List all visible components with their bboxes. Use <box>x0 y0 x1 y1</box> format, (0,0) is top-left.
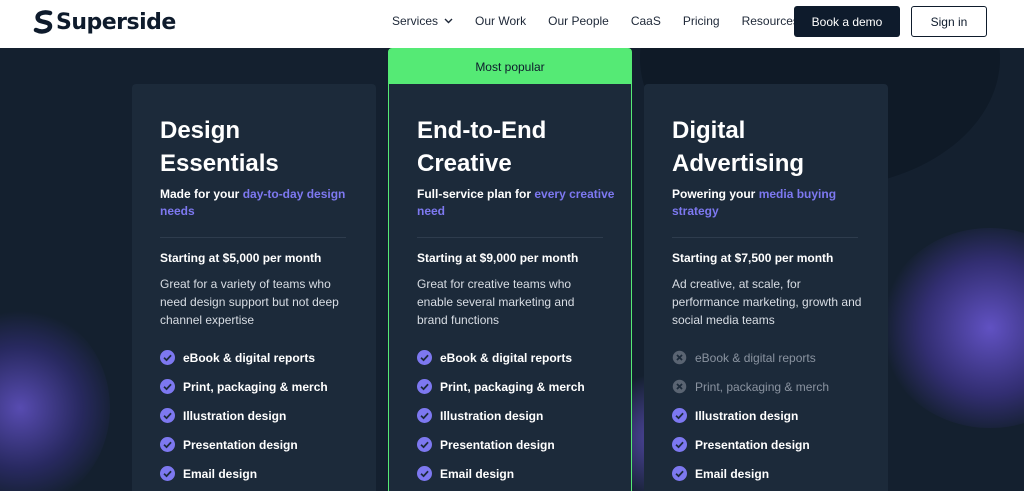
plan-card-design-essentials: Design Essentials Made for your day-to-d… <box>132 84 376 491</box>
plan-title-line-1: Design <box>160 117 241 144</box>
check-circle-icon <box>160 437 175 452</box>
check-circle-icon <box>672 408 687 423</box>
feature-label: Presentation design <box>695 437 810 452</box>
feature-item: Illustration design <box>417 408 543 423</box>
plan-title-line-1: Digital <box>672 117 746 144</box>
brand-name: Superside <box>56 9 176 35</box>
feature-label: Print, packaging & merch <box>695 379 830 394</box>
nav-our-people-label: Our People <box>548 14 609 28</box>
check-circle-icon <box>672 437 687 452</box>
nav-caas-label: CaaS <box>630 14 661 28</box>
x-circle-icon <box>672 350 687 365</box>
top-nav: Superside Services Our Work Our People C… <box>0 0 1024 48</box>
plan-card-digital-advertising: Digital Advertising Powering your media … <box>644 84 888 491</box>
nav-pricing-label: Pricing <box>682 14 720 28</box>
check-circle-icon <box>417 408 432 423</box>
feature-label: Email design <box>440 466 515 481</box>
feature-label: Print, packaging & merch <box>183 379 328 394</box>
feature-item: Email design <box>160 466 257 481</box>
feature-item-excluded: eBook & digital reports <box>672 350 816 365</box>
nav-pricing[interactable]: Pricing <box>683 14 720 28</box>
divider <box>417 237 603 238</box>
plan-price: Starting at $7,500 per month <box>672 251 834 265</box>
plan-price: Starting at $9,000 per month <box>417 251 579 265</box>
check-circle-icon <box>160 408 175 423</box>
feature-item: Presentation design <box>672 437 810 452</box>
plan-description: Great for a variety of teams who need de… <box>160 277 339 327</box>
plan-subtitle-text: Powering your <box>672 187 759 201</box>
plan-subtitle: Made for your day-to-day design needs <box>160 186 360 220</box>
feature-item: Illustration design <box>672 408 798 423</box>
plan-description: Great for creative teams who enable seve… <box>417 277 575 327</box>
feature-item-excluded: Print, packaging & merch <box>672 379 829 394</box>
feature-label: Illustration design <box>695 408 799 423</box>
feature-item: Email design <box>672 466 769 481</box>
superside-logo-icon <box>33 10 53 34</box>
feature-item: Print, packaging & merch <box>160 379 328 394</box>
feature-label: eBook & digital reports <box>440 350 573 365</box>
main-menu: Services Our Work Our People CaaS Pricin… <box>392 14 836 28</box>
feature-item: Presentation design <box>160 437 298 452</box>
plan-subtitle-text: Full-service plan for <box>417 187 535 201</box>
chevron-down-icon <box>444 18 453 24</box>
nav-our-people[interactable]: Our People <box>548 14 609 28</box>
plan-description: Ad creative, at scale, for performance m… <box>672 277 862 327</box>
feature-item: eBook & digital reports <box>160 350 315 365</box>
plan-title-line-2: Advertising <box>672 150 805 177</box>
logo[interactable]: Superside <box>33 8 176 36</box>
check-circle-icon <box>417 350 432 365</box>
plan-subtitle-text: Made for your <box>160 187 243 201</box>
background-glow <box>0 308 110 491</box>
divider <box>672 237 858 238</box>
feature-item: Illustration design <box>160 408 286 423</box>
feature-label: Presentation design <box>183 437 298 452</box>
feature-label: Email design <box>695 466 770 481</box>
most-popular-badge: Most popular <box>389 49 631 84</box>
plan-title-line-1: End-to-End <box>417 117 547 144</box>
plan-card-end-to-end-creative: Most popular End-to-End Creative Full-se… <box>388 48 632 491</box>
check-circle-icon <box>417 379 432 394</box>
book-demo-button[interactable]: Book a demo <box>794 6 900 37</box>
pricing-section: Design Essentials Made for your day-to-d… <box>0 48 1024 491</box>
nav-our-work-label: Our Work <box>475 14 527 28</box>
feature-label: eBook & digital reports <box>183 350 316 365</box>
background-glow <box>880 228 1024 428</box>
nav-resources-label: Resources <box>741 14 799 28</box>
feature-label: eBook & digital reports <box>695 350 816 365</box>
feature-item: Email design <box>417 466 514 481</box>
nav-caas[interactable]: CaaS <box>631 14 661 28</box>
check-circle-icon <box>417 437 432 452</box>
divider <box>160 237 346 238</box>
sign-in-button[interactable]: Sign in <box>911 6 987 37</box>
feature-label: Illustration design <box>183 408 287 423</box>
plan-subtitle: Full-service plan for every creative nee… <box>417 186 617 220</box>
check-circle-icon <box>417 466 432 481</box>
plan-title-line-2: Essentials <box>160 150 279 177</box>
check-circle-icon <box>672 466 687 481</box>
check-circle-icon <box>160 379 175 394</box>
feature-label: Print, packaging & merch <box>440 379 585 394</box>
plan-subtitle: Powering your media buying strategy <box>672 186 872 220</box>
feature-label: Presentation design <box>440 437 555 452</box>
feature-item: Presentation design <box>417 437 555 452</box>
feature-item: eBook & digital reports <box>417 350 572 365</box>
check-circle-icon <box>160 350 175 365</box>
plan-price: Starting at $5,000 per month <box>160 251 322 265</box>
feature-label: Email design <box>183 466 258 481</box>
plan-title-line-2: Creative <box>417 150 512 177</box>
nav-services-label: Services <box>392 14 439 28</box>
nav-our-work[interactable]: Our Work <box>475 14 526 28</box>
nav-services[interactable]: Services <box>392 14 453 28</box>
feature-item: Print, packaging & merch <box>417 379 585 394</box>
check-circle-icon <box>160 466 175 481</box>
feature-label: Illustration design <box>440 408 544 423</box>
x-circle-icon <box>672 379 687 394</box>
